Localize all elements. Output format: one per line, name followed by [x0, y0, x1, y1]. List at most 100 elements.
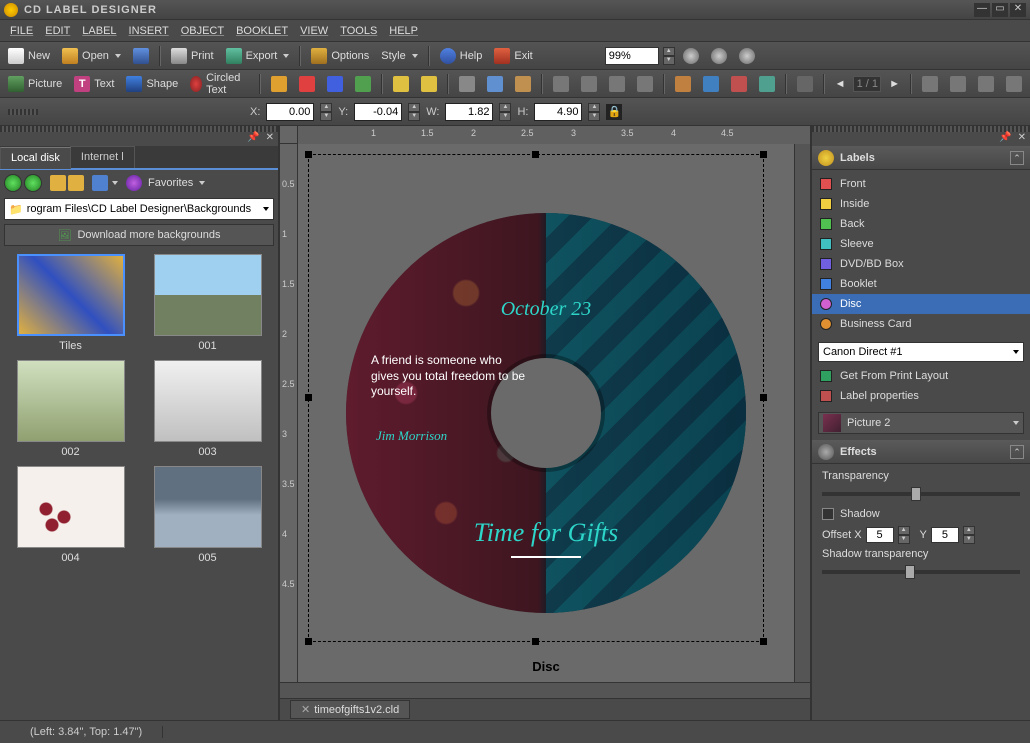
tab-close-icon[interactable]: ✕ — [301, 703, 310, 716]
export-button[interactable]: Export — [222, 46, 294, 66]
panel-close-icon[interactable]: ✕ — [266, 132, 274, 146]
label-booklet[interactable]: Booklet — [812, 274, 1030, 294]
w-input[interactable]: 1.82 — [445, 103, 493, 121]
download-backgrounds-button[interactable]: 🖼Download more backgrounds — [4, 224, 274, 246]
tab-local-disk[interactable]: Local disk — [0, 147, 71, 169]
flip-v-icon[interactable] — [1002, 74, 1026, 94]
document-tab[interactable]: ✕ timeofgifts1v2.cld — [290, 700, 410, 719]
printer-combo[interactable]: Canon Direct #1 — [818, 342, 1024, 362]
label-dvdbox[interactable]: DVD/BD Box — [812, 254, 1030, 274]
x-input[interactable]: 0.00 — [266, 103, 314, 121]
get-from-layout-button[interactable]: Get From Print Layout — [812, 366, 1030, 386]
path-input[interactable]: 📁 rogram Files\CD Label Designer\Backgro… — [4, 198, 274, 220]
menu-edit[interactable]: EDIT — [41, 23, 74, 39]
open-button[interactable]: Open — [58, 46, 125, 66]
align-icon-3[interactable] — [605, 74, 629, 94]
zoom-input[interactable]: 99% — [605, 47, 659, 65]
tab-internet[interactable]: Internet l — [70, 146, 135, 168]
labels-panel-header[interactable]: Labels ⌃ — [812, 146, 1030, 170]
picture-button[interactable]: Picture — [4, 74, 66, 94]
zoom-in-icon[interactable] — [679, 46, 703, 66]
y-spinner[interactable]: ▲▼ — [408, 103, 420, 121]
close-button[interactable]: ✕ — [1010, 3, 1026, 17]
paste-icon[interactable] — [511, 74, 535, 94]
disc-author-text[interactable]: Jim Morrison — [376, 428, 447, 444]
tool-icon-3[interactable] — [323, 74, 347, 94]
page-prev-icon[interactable]: ◄ — [831, 76, 850, 92]
effects-panel-header[interactable]: Effects ⌃ — [812, 440, 1030, 464]
menu-booklet[interactable]: BOOKLET — [232, 23, 292, 39]
rotate-left-icon[interactable] — [918, 74, 942, 94]
flip-h-icon[interactable] — [974, 74, 998, 94]
undo-icon[interactable] — [389, 74, 413, 94]
zoom-out-icon[interactable] — [707, 46, 731, 66]
grip-icon[interactable] — [8, 109, 38, 115]
grid-icon-2[interactable] — [699, 74, 723, 94]
offset-y-spinner[interactable]: ▲▼ — [963, 526, 975, 544]
favorites-button[interactable]: Favorites — [144, 175, 209, 191]
disc-title-text[interactable]: Time for Gifts — [474, 518, 618, 548]
scrollbar-horizontal[interactable] — [280, 682, 810, 698]
lock-aspect-icon[interactable]: 🔒 — [606, 104, 622, 120]
menu-label[interactable]: LABEL — [78, 23, 120, 39]
collapse-effects-icon[interactable]: ⌃ — [1010, 445, 1024, 459]
h-input[interactable]: 4.90 — [534, 103, 582, 121]
x-spinner[interactable]: ▲▼ — [320, 103, 332, 121]
style-button[interactable]: Style — [377, 48, 421, 64]
zoom-spinner[interactable]: ▲▼ — [663, 47, 675, 65]
shadow-checkbox[interactable]: Shadow — [812, 504, 1030, 524]
offset-y-input[interactable]: 5 — [931, 527, 959, 543]
thumb-004[interactable]: 004 — [6, 466, 135, 564]
folder-up-icon[interactable] — [50, 175, 66, 191]
shape-button[interactable]: Shape — [122, 74, 182, 94]
exit-button[interactable]: Exit — [490, 46, 536, 66]
tool-icon-2[interactable] — [295, 74, 319, 94]
offset-x-input[interactable]: 5 — [866, 527, 894, 543]
rotate-right-icon[interactable] — [946, 74, 970, 94]
back-icon[interactable] — [4, 174, 22, 192]
transparency-slider[interactable] — [822, 492, 1020, 496]
shadow-transparency-slider[interactable] — [822, 570, 1020, 574]
options-button[interactable]: Options — [307, 46, 373, 66]
label-business-card[interactable]: Business Card — [812, 314, 1030, 334]
print-button[interactable]: Print — [167, 46, 218, 66]
disc-quote-text[interactable]: A friend is someone who gives you total … — [371, 353, 531, 400]
menu-tools[interactable]: TOOLS — [336, 23, 381, 39]
object-selector[interactable]: Picture 2 — [818, 412, 1024, 434]
label-sleeve[interactable]: Sleeve — [812, 234, 1030, 254]
view-icon[interactable] — [92, 175, 108, 191]
page-next-icon[interactable]: ► — [885, 76, 904, 92]
w-spinner[interactable]: ▲▼ — [499, 103, 511, 121]
help-button[interactable]: Help — [436, 46, 487, 66]
workarea[interactable]: October 23 A friend is someone who gives… — [298, 144, 794, 682]
circled-text-button[interactable]: Circled Text — [186, 70, 252, 98]
thumb-005[interactable]: 005 — [143, 466, 272, 564]
zoom-fit-icon[interactable] — [735, 46, 759, 66]
cut-icon[interactable] — [455, 74, 479, 94]
minimize-button[interactable]: — — [974, 3, 990, 17]
label-back[interactable]: Back — [812, 214, 1030, 234]
thumb-001[interactable]: 001 — [143, 254, 272, 352]
text-button[interactable]: TText — [70, 74, 118, 94]
menu-object[interactable]: OBJECT — [177, 23, 228, 39]
copy-icon[interactable] — [483, 74, 507, 94]
grid-icon-4[interactable] — [755, 74, 779, 94]
tool-icon-4[interactable] — [351, 74, 375, 94]
thumb-003[interactable]: 003 — [143, 360, 272, 458]
lock-icon[interactable] — [793, 74, 817, 94]
menu-insert[interactable]: INSERT — [125, 23, 173, 39]
label-inside[interactable]: Inside — [812, 194, 1030, 214]
collapse-labels-icon[interactable]: ⌃ — [1010, 151, 1024, 165]
menu-view[interactable]: VIEW — [296, 23, 332, 39]
folder-icon[interactable] — [68, 175, 84, 191]
pin-icon[interactable]: 📌 — [247, 132, 259, 146]
pin-icon-right[interactable]: 📌 — [999, 132, 1011, 146]
thumb-tiles[interactable]: Tiles — [6, 254, 135, 352]
grid-icon-1[interactable] — [671, 74, 695, 94]
label-properties-button[interactable]: Label properties — [812, 386, 1030, 406]
h-spinner[interactable]: ▲▼ — [588, 103, 600, 121]
scrollbar-vertical[interactable] — [794, 144, 810, 682]
new-button[interactable]: New — [4, 46, 54, 66]
redo-icon[interactable] — [417, 74, 441, 94]
thumb-002[interactable]: 002 — [6, 360, 135, 458]
